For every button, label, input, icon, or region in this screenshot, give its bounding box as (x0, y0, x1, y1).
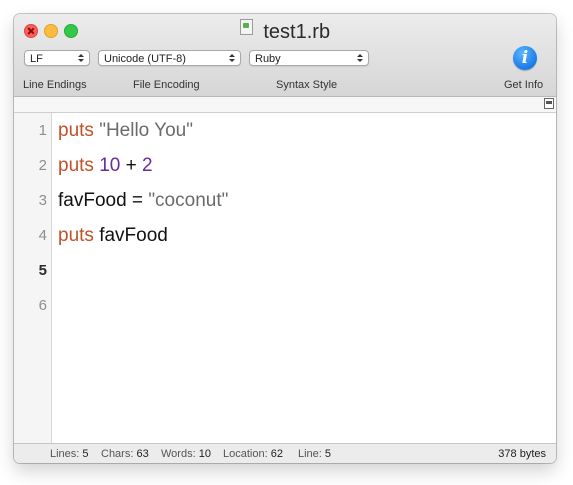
code-token: 10 (99, 155, 121, 176)
code-token: favFood (93, 225, 168, 246)
line-number: 4 (38, 227, 47, 244)
ruby-file-icon (239, 19, 253, 35)
title-toolbar: test1.rb LF Unicode (UTF-8) Ruby i Line … (14, 14, 556, 97)
file-encoding-value: Unicode (UTF-8) (104, 53, 186, 65)
code-line[interactable]: puts favFood (58, 225, 168, 247)
split-view-icon[interactable] (544, 98, 554, 109)
status-line: Line: 5 (298, 448, 332, 460)
info-icon[interactable]: i (513, 46, 537, 70)
status-location: Location: 62 (223, 448, 283, 460)
code-token: "Hello You" (99, 120, 193, 141)
window-title-area: test1.rb (14, 19, 556, 44)
code-line[interactable]: puts 10 + 2 (58, 155, 153, 177)
code-token: = (126, 190, 149, 211)
popup-arrows-icon (228, 51, 236, 65)
code-line[interactable]: puts "Hello You" (58, 120, 193, 142)
status-words: Words: 10 (161, 448, 211, 460)
get-info-label[interactable]: Get Info (504, 79, 543, 91)
code-token: 2 (142, 155, 153, 176)
status-bar: Lines: 5 Chars: 63 Words: 10 Location: 6… (14, 443, 556, 463)
line-number: 3 (38, 192, 47, 209)
code-token: "coconut" (148, 190, 229, 211)
file-encoding-popup[interactable]: Unicode (UTF-8) (98, 50, 241, 66)
status-file-size: 378 bytes (498, 448, 546, 460)
line-number: 1 (38, 122, 47, 139)
line-number: 5 (38, 262, 47, 279)
line-endings-popup[interactable]: LF (24, 50, 90, 66)
status-chars: Chars: 63 (101, 448, 149, 460)
line-number: 6 (38, 297, 47, 314)
popup-arrows-icon (356, 51, 364, 65)
text-editor[interactable]: 123456 puts "Hello You" puts 10 + 2 favFoo… (14, 113, 556, 443)
syntax-style-popup[interactable]: Ruby (249, 50, 369, 66)
status-lines: Lines: 5 (50, 448, 89, 460)
syntax-style-label: Syntax Style (276, 79, 338, 91)
code-token: + (120, 155, 142, 176)
code-token: puts (58, 120, 94, 141)
line-endings-label: Line Endings (23, 79, 87, 91)
window-title: test1.rb (263, 21, 331, 43)
code-line[interactable]: favFood = "coconut" (58, 190, 228, 212)
line-endings-value: LF (30, 53, 43, 65)
navigation-bar (14, 97, 556, 113)
line-number-gutter: 1 2 3 4 5 6 (14, 113, 52, 443)
code-token: puts (58, 225, 94, 246)
syntax-style-value: Ruby (255, 53, 281, 65)
line-number: 2 (38, 157, 47, 174)
code-token: puts (58, 155, 94, 176)
file-encoding-label: File Encoding (133, 79, 200, 91)
popup-arrows-icon (77, 51, 85, 65)
editor-window: test1.rb LF Unicode (UTF-8) Ruby i Line … (14, 14, 556, 463)
code-token: favFood (58, 190, 127, 211)
